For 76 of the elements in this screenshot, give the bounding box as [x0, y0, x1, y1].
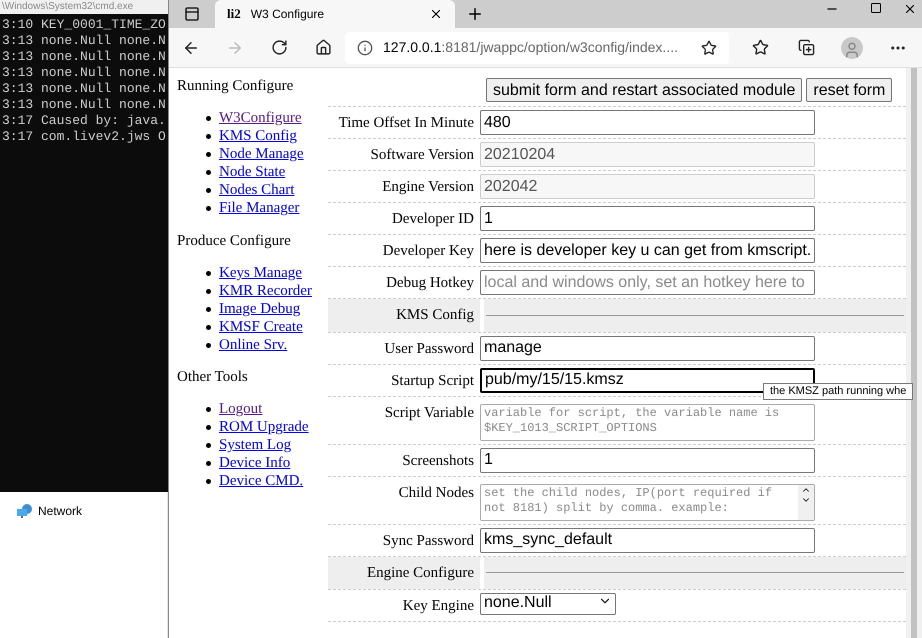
- url-text: 127.0.0.1:8181/jwappc/option/w3config/index....: [383, 38, 679, 57]
- window-title: \Windows\System32\cmd.exe: [0, 0, 168, 14]
- bullet-icon: [206, 206, 211, 211]
- close-icon[interactable]: [429, 7, 443, 21]
- bullet-icon: [206, 134, 211, 139]
- scrollbar-drawing: [798, 484, 814, 520]
- field-label: Time Offset In Minute: [338, 114, 475, 133]
- collections-icon[interactable]: [798, 39, 814, 56]
- avatar-icon[interactable]: [841, 36, 863, 58]
- star-icon[interactable]: [701, 40, 717, 56]
- input-field[interactable]: here is developer key u can get from kmscript.: [480, 238, 815, 263]
- input-field[interactable]: manage: [480, 336, 815, 360]
- bullet-icon: [206, 324, 211, 330]
- network-icon: [16, 503, 34, 519]
- input-field[interactable]: 1: [480, 448, 815, 472]
- section-heading: Engine Configure: [328, 556, 480, 589]
- close-window-icon[interactable]: [903, 2, 917, 16]
- bullet-icon: [206, 461, 211, 466]
- tooltip: the KMSZ path running whe: [763, 382, 914, 400]
- bullet-icon: [206, 425, 211, 430]
- console-line: 3:10 KEY_0001_TIME_ZO: [2, 17, 166, 33]
- field-label: Developer ID: [390, 210, 475, 229]
- bullet-icon: [206, 188, 211, 193]
- console-line: 3:13 none.Null none.N: [2, 49, 166, 65]
- bullet-icon: [206, 306, 211, 312]
- tree-item[interactable]: Network: [38, 502, 82, 520]
- bullet-icon: [206, 270, 211, 276]
- field-label: User Password: [383, 340, 475, 358]
- input-field[interactable]: kms_sync_default: [480, 528, 815, 552]
- console-line: 3:17 com.livev2.jws O: [2, 129, 166, 145]
- input-field[interactable]: 480: [480, 110, 815, 135]
- field-label: Developer Key: [382, 242, 475, 261]
- console-line: 3:13 none.Null none.N: [2, 97, 166, 113]
- address-bar[interactable]: 127.0.0.1:8181/jwappc/option/w3config/index....: [345, 32, 729, 64]
- browser-tab[interactable]: li2 W3 Configure: [215, 0, 455, 28]
- form-button[interactable]: reset form: [806, 78, 892, 102]
- bullet-icon: [206, 479, 211, 484]
- field-label: Screenshots: [401, 452, 475, 470]
- tab-title: W3 Configure: [250, 6, 326, 23]
- field-label: Startup Script: [390, 372, 475, 390]
- tab-actions-icon[interactable]: [184, 6, 200, 22]
- favicon-logo: li2: [227, 5, 241, 24]
- bullet-icon: [206, 116, 211, 121]
- field-label: Debug Hotkey: [385, 274, 475, 293]
- field-label: Engine Version: [381, 178, 475, 197]
- info-icon: [357, 40, 373, 56]
- console-line: 3:17 Caused by: java.: [2, 113, 166, 129]
- favorites-icon[interactable]: [752, 39, 768, 56]
- field-label: Software Version: [370, 146, 475, 165]
- field-label: Child Nodes: [398, 484, 475, 502]
- form-button[interactable]: submit form and restart associated module: [486, 78, 802, 102]
- bullet-icon: [206, 152, 211, 157]
- console-line: 3:13 none.Null none.N: [2, 81, 166, 97]
- bullet-icon: [206, 342, 211, 348]
- section-title: Other Tools: [177, 368, 249, 387]
- input-field[interactable]: local and windows only, set an hotkey here to: [480, 270, 815, 295]
- new-tab-icon[interactable]: [466, 5, 484, 23]
- select-field[interactable]: none.Null: [480, 593, 616, 615]
- field-label: Key Engine: [402, 597, 475, 616]
- home-icon[interactable]: [314, 39, 332, 56]
- bullet-icon: [206, 407, 211, 412]
- section-title: Produce Configure: [177, 232, 292, 250]
- console-line: 3:13 none.Null none.N: [2, 33, 166, 49]
- input-field[interactable]: 1: [480, 206, 815, 231]
- field-label: Script Variable: [384, 404, 475, 422]
- console-line: 3:13 none.Null none.N: [2, 65, 166, 81]
- reload-icon[interactable]: [270, 39, 288, 56]
- maximize-icon[interactable]: [870, 2, 882, 14]
- placeholder-text: variable for script, the variable name is $KEY_1013_SCRIPT_OPTIONS: [483, 404, 780, 436]
- placeholder-text: set the child nodes, IP(port required if not 8181) split by comma. example:: [483, 484, 774, 516]
- section-heading: KMS Config: [328, 299, 480, 332]
- section-title: Running Configure: [177, 77, 294, 96]
- bullet-icon: [206, 288, 211, 294]
- bullet-icon: [206, 170, 211, 175]
- field-label: Sync Password: [382, 532, 475, 550]
- bullet-icon: [206, 443, 211, 448]
